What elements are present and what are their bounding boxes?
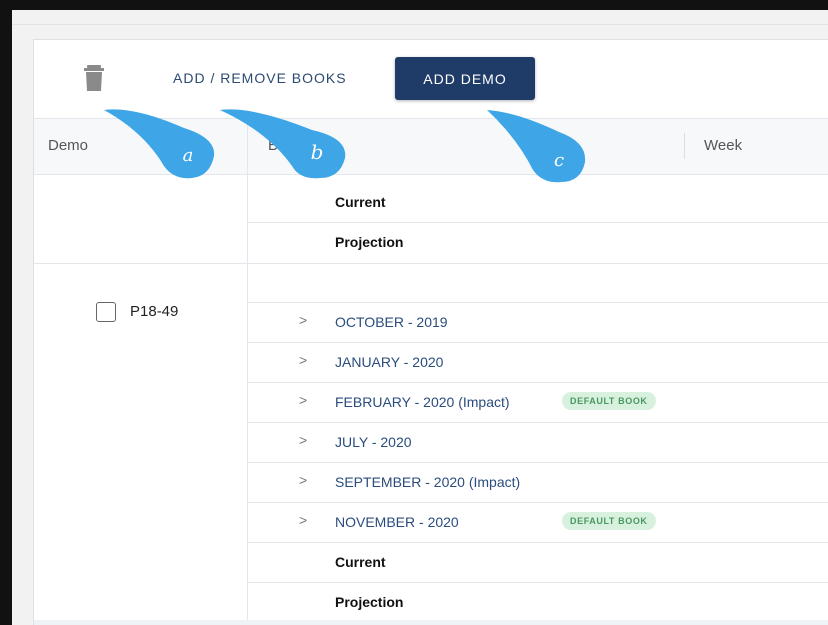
- book-label[interactable]: JULY - 2020: [335, 434, 412, 450]
- book-label[interactable]: JANUARY - 2020: [335, 354, 443, 370]
- chevron-right-icon[interactable]: >: [299, 352, 307, 368]
- callout-letter: b: [311, 140, 324, 164]
- demo-book-panel: ADD / REMOVE BOOKS ADD DEMO Demo Book We…: [33, 39, 828, 625]
- demo-checkbox[interactable]: [96, 302, 116, 322]
- demo-label: P18-49: [130, 303, 179, 320]
- table-row: Projection: [248, 223, 828, 262]
- book-row[interactable]: > SEPTEMBER - 2020 (Impact): [248, 463, 828, 503]
- book-row[interactable]: > FEBRUARY - 2020 (Impact) DEFAULT BOOK: [248, 383, 828, 423]
- book-row[interactable]: > JANUARY - 2020: [248, 343, 828, 383]
- callout-a: a: [104, 108, 224, 183]
- chevron-right-icon[interactable]: >: [299, 392, 307, 408]
- default-book-badge: DEFAULT BOOK: [562, 512, 656, 530]
- callout-b: b: [220, 108, 355, 183]
- add-demo-button[interactable]: ADD DEMO: [395, 57, 535, 100]
- chevron-right-icon[interactable]: >: [299, 472, 307, 488]
- trash-icon[interactable]: [84, 64, 104, 92]
- header-demo: Demo: [48, 137, 89, 154]
- next-row-edge: [34, 620, 828, 625]
- callout-letter: a: [183, 145, 194, 166]
- row-label: Current: [335, 194, 386, 210]
- book-row[interactable]: > NOVEMBER - 2020 DEFAULT BOOK: [248, 503, 828, 543]
- table-row: Projection: [248, 583, 828, 622]
- default-book-badge: DEFAULT BOOK: [562, 392, 656, 410]
- callout-letter: c: [554, 150, 564, 171]
- toolbar: ADD / REMOVE BOOKS ADD DEMO: [34, 40, 828, 118]
- row-label: Projection: [335, 234, 404, 250]
- book-row[interactable]: > JULY - 2020: [248, 423, 828, 463]
- book-row[interactable]: > OCTOBER - 2019: [248, 303, 828, 343]
- app-frame: ADD / REMOVE BOOKS ADD DEMO Demo Book We…: [12, 10, 828, 625]
- row-label: Current: [335, 554, 386, 570]
- table-row: Current: [248, 183, 828, 223]
- book-label[interactable]: SEPTEMBER - 2020 (Impact): [335, 474, 520, 490]
- callout-c: c: [487, 108, 592, 188]
- row-label: Projection: [335, 594, 404, 610]
- book-label[interactable]: NOVEMBER - 2020: [335, 514, 459, 530]
- book-label[interactable]: FEBRUARY - 2020 (Impact): [335, 394, 510, 410]
- chevron-right-icon[interactable]: >: [299, 432, 307, 448]
- chevron-right-icon[interactable]: >: [299, 312, 307, 328]
- book-label[interactable]: OCTOBER - 2019: [335, 314, 448, 330]
- header-divider: [684, 133, 685, 159]
- top-bar: [12, 10, 828, 25]
- table-row: Current: [248, 543, 828, 583]
- add-remove-books-button[interactable]: ADD / REMOVE BOOKS: [173, 70, 347, 86]
- chevron-right-icon[interactable]: >: [299, 512, 307, 528]
- header-week: Week: [704, 137, 743, 154]
- table-row-empty: [248, 263, 828, 303]
